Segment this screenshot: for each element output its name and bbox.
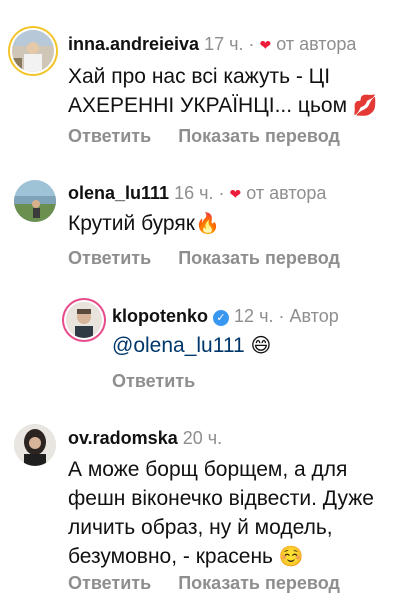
comment-line: Хай про нас всі кажуть - ЦІ bbox=[68, 65, 331, 88]
username[interactable]: inna.andreieiva bbox=[68, 34, 199, 54]
by-author-label: от автора bbox=[276, 34, 357, 54]
comment-line: Крутий буряк bbox=[68, 212, 195, 235]
verified-badge-icon: ✓ bbox=[213, 310, 230, 326]
separator: · bbox=[248, 34, 255, 54]
timestamp: 20 ч. bbox=[182, 428, 223, 448]
comment-text: @olena_lu111 😄 bbox=[112, 331, 271, 361]
heart-icon: ❤ bbox=[259, 37, 272, 53]
by-author-label: от автора bbox=[246, 183, 327, 203]
avatar[interactable] bbox=[14, 424, 56, 466]
comment-text: А може борщ борщем, а для фешн віконечко… bbox=[68, 455, 374, 572]
timestamp: 12 ч. bbox=[234, 306, 274, 326]
reply-button[interactable]: Ответить bbox=[68, 126, 151, 146]
comment-line: А може борщ борщем, а для bbox=[68, 458, 348, 481]
author-badge: Автор bbox=[289, 306, 339, 326]
avatar[interactable] bbox=[14, 180, 56, 222]
comment-line: безумовно, - красень bbox=[68, 545, 273, 568]
timestamp: 16 ч. bbox=[174, 183, 214, 203]
translate-button[interactable]: Показать перевод bbox=[178, 126, 340, 146]
username[interactable]: olena_lu111 bbox=[68, 183, 169, 203]
heart-icon: ❤ bbox=[229, 186, 242, 202]
fire-emoji-icon: 🔥 bbox=[194, 213, 220, 235]
translate-button[interactable]: Показать перевод bbox=[178, 573, 340, 593]
avatar[interactable] bbox=[66, 302, 102, 338]
comment-line: АХЕРЕННІ УКРАЇНЦІ... цьом bbox=[68, 94, 348, 117]
mention-link[interactable]: @olena_lu111 bbox=[112, 334, 245, 357]
reply-button[interactable]: Ответить bbox=[68, 248, 151, 268]
reply-button[interactable]: Ответить bbox=[68, 573, 151, 593]
separator: · bbox=[218, 183, 225, 203]
grin-emoji-icon: 😄 bbox=[250, 335, 272, 357]
comment-line: фешн віконечко відвести. Дуже bbox=[68, 487, 374, 510]
comment-text: Хай про нас всі кажуть - ЦІ АХЕРЕННІ УКР… bbox=[68, 62, 378, 121]
comment-line: личить образ, ну й модель, bbox=[68, 516, 333, 539]
timestamp: 17 ч. bbox=[204, 34, 244, 54]
username[interactable]: ov.radomska bbox=[68, 428, 178, 448]
avatar[interactable] bbox=[12, 30, 54, 72]
translate-button[interactable]: Показать перевод bbox=[178, 248, 340, 268]
kiss-emoji-icon: 💋 bbox=[352, 95, 378, 117]
separator: · bbox=[278, 306, 285, 326]
username[interactable]: klopotenko bbox=[112, 306, 208, 326]
comment-text: Крутий буряк🔥 bbox=[68, 209, 220, 239]
reply-button[interactable]: Ответить bbox=[112, 371, 195, 391]
smile-emoji-icon: ☺️ bbox=[278, 546, 304, 568]
